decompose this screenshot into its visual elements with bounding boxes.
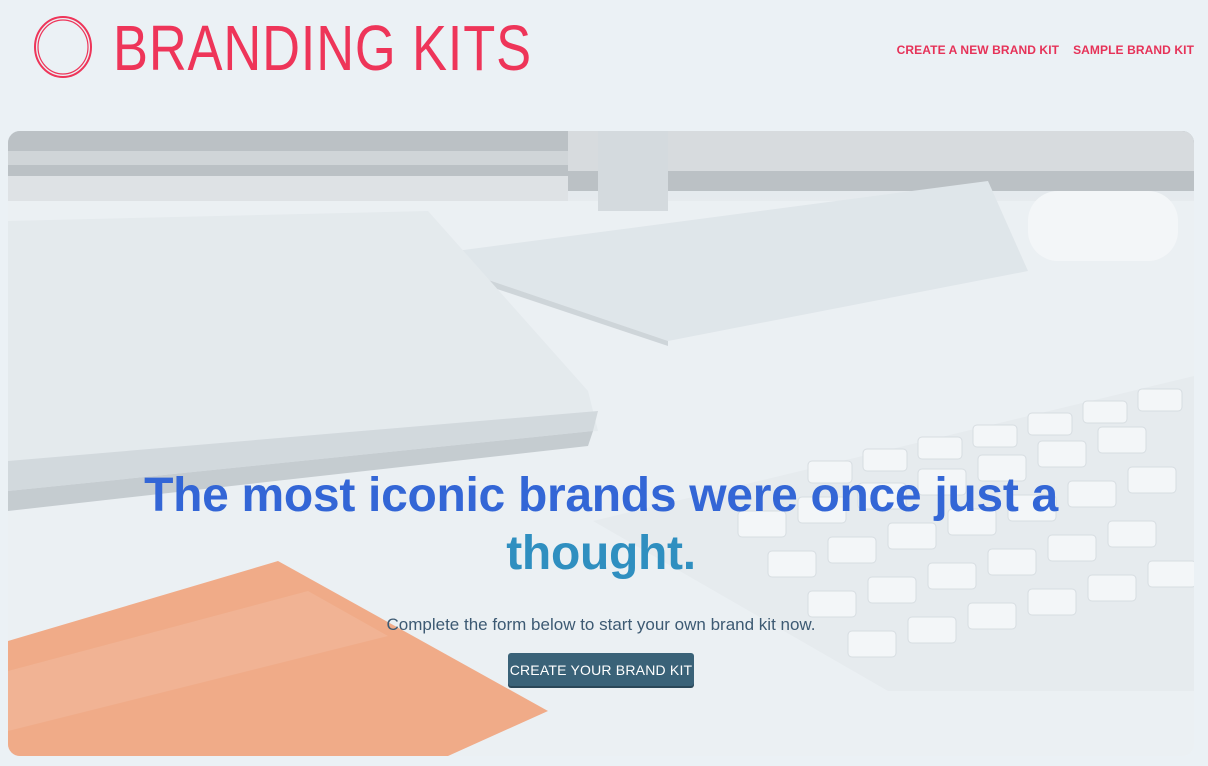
hero-section: The most iconic brands were once just a … (8, 131, 1194, 756)
nav-create-brand-kit[interactable]: CREATE A NEW BRAND KIT (897, 43, 1059, 57)
main-nav: CREATE A NEW BRAND KIT SAMPLE BRAND KIT (897, 43, 1194, 57)
hero-headline-line2: thought. (506, 527, 696, 580)
create-brand-kit-button[interactable]: CREATE YOUR BRAND KIT (508, 653, 694, 686)
hero-headline: The most iconic brands were once just a … (8, 467, 1194, 583)
nav-sample-brand-kit[interactable]: SAMPLE BRAND KIT (1073, 43, 1194, 57)
brand-name[interactable]: BRANDING KITS (113, 8, 532, 88)
site-header: BRANDING KITS CREATE A NEW BRAND KIT SAM… (0, 0, 1208, 100)
hero-headline-line1: The most iconic brands were once just a (144, 469, 1058, 522)
logo-circle-icon[interactable] (33, 14, 93, 80)
hero-subtext: Complete the form below to start your ow… (386, 615, 816, 634)
